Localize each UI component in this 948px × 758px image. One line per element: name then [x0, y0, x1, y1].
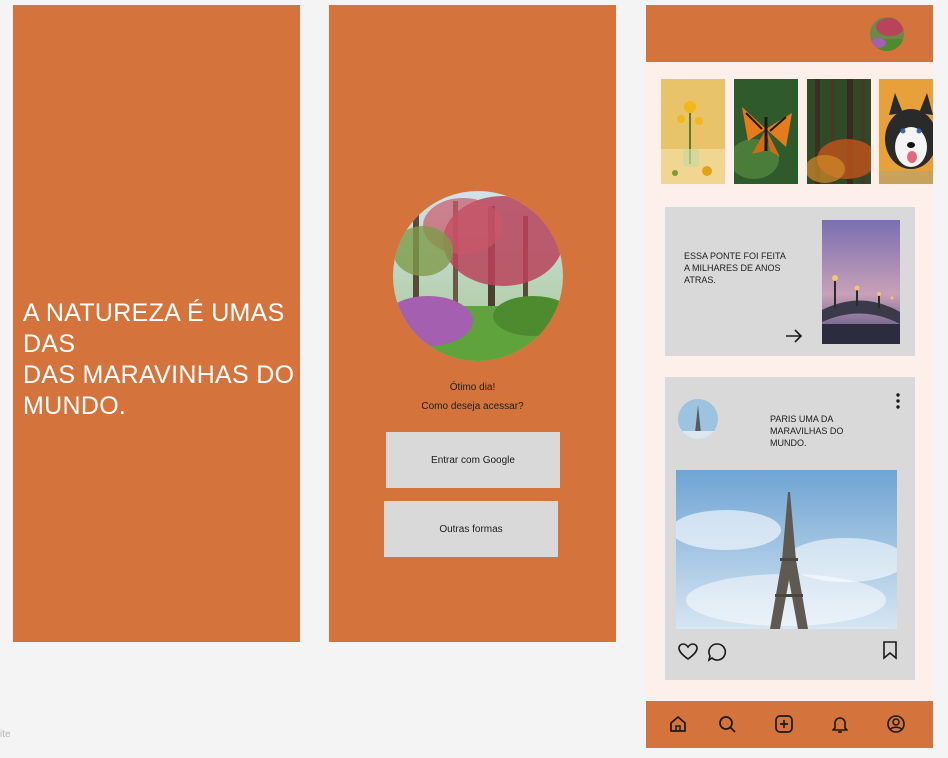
home-icon[interactable] — [668, 714, 688, 734]
paris-post-card: PARIS UMA DA MARAVILHAS DO MUNDO. — [665, 377, 915, 680]
profile-avatar[interactable] — [870, 17, 904, 51]
more-options-icon[interactable] — [894, 392, 902, 410]
google-login-button[interactable]: Entrar com Google — [386, 432, 560, 488]
login-screen: Ótimo dia! Como deseja acessar? Entrar c… — [329, 5, 616, 642]
story-husky[interactable] — [879, 79, 933, 184]
post-author-avatar[interactable] — [678, 399, 718, 439]
paris-post-text: PARIS UMA DA MARAVILHAS DO MUNDO. — [770, 414, 844, 448]
bridge-post-text: ESSA PONTE FOI FEITA A MILHARES DE ANOS … — [684, 251, 786, 285]
other-login-button[interactable]: Outras formas — [384, 501, 558, 557]
bridge-post-card[interactable]: ESSA PONTE FOI FEITA A MILHARES DE ANOS … — [665, 207, 915, 356]
splash-headline: A NATUREZA É UMAS DAS DAS MARAVINHAS DO … — [23, 299, 295, 420]
story-forest[interactable] — [807, 79, 871, 184]
profile-icon[interactable] — [886, 714, 906, 734]
eiffel-tower-photo — [676, 470, 897, 629]
greeting-text: Ótimo dia! — [449, 382, 496, 393]
forest-photo — [393, 191, 563, 361]
heart-icon[interactable] — [678, 642, 698, 662]
access-question: Como deseja acessar? — [421, 401, 524, 412]
comment-icon[interactable] — [707, 642, 727, 662]
arrow-right-icon[interactable] — [785, 329, 803, 343]
feed-screen: ESSA PONTE FOI FEITA A MILHARES DE ANOS … — [646, 5, 933, 748]
corner-label: ite — [0, 729, 11, 740]
bookmark-icon[interactable] — [880, 640, 900, 660]
splash-screen: A NATUREZA É UMAS DAS DAS MARAVINHAS DO … — [13, 5, 300, 642]
bridge-photo — [822, 220, 900, 344]
top-bar — [646, 5, 933, 62]
search-icon[interactable] — [717, 714, 737, 734]
story-butterfly[interactable] — [734, 79, 798, 184]
bottom-nav — [646, 701, 933, 748]
add-icon[interactable] — [774, 714, 794, 734]
bell-icon[interactable] — [830, 714, 850, 734]
story-yellow-flowers[interactable] — [661, 79, 725, 184]
